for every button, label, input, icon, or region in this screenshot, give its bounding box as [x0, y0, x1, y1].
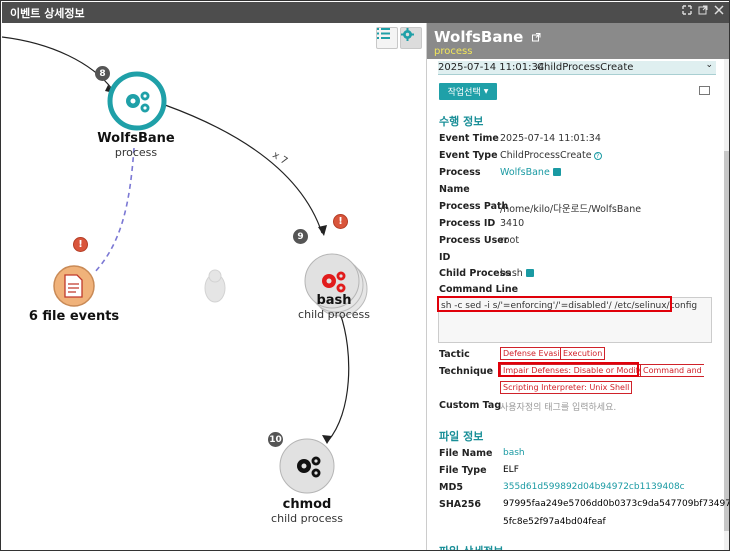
process-graph[interactable]: 8 WolfsBane process x 7 ! 9 bash child p… — [2, 23, 426, 550]
technique-tag[interactable]: Command and — [640, 364, 704, 377]
tactic-label: Tactic — [439, 349, 470, 360]
bash-label[interactable]: bash child process — [298, 293, 370, 321]
file-detail-section-title: 파일 상세정보 — [439, 543, 504, 550]
technique-label: Technique — [439, 366, 494, 377]
caret-down-icon: ▼ — [483, 88, 489, 95]
node-name: chmod — [282, 497, 332, 512]
file-name-label: File Name — [439, 448, 493, 459]
event-detail-window: 이벤트 상세정보 8 WolfsBane process x 7 ! 9 bas… — [0, 0, 730, 551]
wolfsbane-label[interactable]: WolfsBane process — [97, 131, 174, 159]
process-id-label: Process ID — [439, 218, 496, 229]
edge-bash-chmod — [327, 312, 350, 442]
window-title: 이벤트 상세정보 — [10, 7, 85, 20]
file-events-label[interactable]: 6 file events — [29, 309, 119, 324]
panel-title: WolfsBane — [434, 28, 541, 46]
process-path-value: /home/kilo/다운로드/WolfsBane — [500, 204, 642, 215]
sha256-label: SHA256 — [439, 499, 481, 510]
bash-warning-icon: ! — [333, 214, 348, 229]
event-type-value: ChildProcessCreate? — [500, 150, 602, 161]
event-time-label: Event Time — [439, 133, 499, 144]
process-value: WolfsBane — [500, 167, 561, 178]
custom-tag-input[interactable]: 사용자정의 태그를 입력하세요. — [500, 400, 616, 413]
node-type: child process — [298, 308, 370, 321]
event-select-bar[interactable]: 2025-07-14 11:01:34 ChildProcessCreate ⌄ — [438, 60, 716, 75]
custom-tag-label: Custom Tag — [439, 400, 502, 411]
edge-arrowhead — [322, 435, 332, 444]
list-icon — [377, 28, 390, 39]
name-label: Name — [439, 184, 470, 195]
edge-wolfsbane-files — [93, 147, 135, 274]
md5-label: MD5 — [439, 482, 463, 493]
popout-icon[interactable] — [698, 5, 708, 18]
linux-icon — [204, 269, 226, 303]
chmod-label[interactable]: chmod child process — [271, 497, 343, 525]
scrollbar[interactable] — [724, 59, 729, 550]
detail-panel: WolfsBane process 2025-07-14 11:01:34 Ch… — [426, 23, 730, 550]
graph-view-button[interactable] — [400, 27, 422, 49]
file-icon — [64, 274, 83, 298]
sha256-value-line1: 97995faa249e5706dd0b0373c9da547709bf7349… — [503, 499, 730, 509]
action-select-button[interactable]: 작업선택 ▼ — [439, 83, 497, 100]
chmod-badge: 10 — [268, 432, 283, 447]
process-link[interactable]: WolfsBane — [500, 167, 550, 178]
open-icon[interactable] — [552, 168, 561, 176]
command-line-label: Command Line — [439, 284, 519, 295]
file-section-title: 파일 정보 — [439, 430, 484, 443]
highlight-technique — [498, 362, 639, 377]
node-name: WolfsBane — [97, 131, 175, 146]
event-bar-type: ChildProcessCreate — [537, 62, 634, 73]
expand-icon[interactable] — [682, 5, 692, 18]
close-icon[interactable] — [714, 5, 724, 18]
file-type-label: File Type — [439, 465, 487, 476]
open-icon[interactable] — [525, 269, 534, 277]
bash-badge: 9 — [293, 229, 308, 244]
node-type: child process — [271, 512, 343, 525]
process-path-label: Process Path — [439, 201, 509, 212]
file-type-value: ELF — [503, 465, 519, 475]
exec-section-title: 수행 정보 — [439, 115, 484, 128]
event-type-label: Event Type — [439, 150, 498, 161]
child-process-value: bash — [500, 268, 534, 279]
edge-wolfsbane-bash — [164, 104, 323, 234]
graph-edges — [2, 36, 368, 494]
panel-subtitle: process — [434, 46, 473, 57]
wolfsbane-badge: 8 — [95, 66, 110, 81]
technique-tag[interactable]: Scripting Interpreter: Unix Shell — [500, 381, 633, 394]
tactic-tag[interactable]: Execution — [560, 347, 606, 360]
event-time-value: 2025-07-14 11:01:34 — [500, 133, 601, 144]
list-view-button[interactable] — [376, 27, 398, 49]
edge-parent-wolfsbane — [2, 36, 113, 90]
file-events-warning-icon: ! — [73, 237, 88, 252]
highlight-command — [437, 296, 672, 312]
scroll-thumb[interactable] — [724, 151, 729, 531]
process-user-value: root — [500, 235, 520, 246]
node-type: process — [114, 146, 158, 159]
event-bar-time: 2025-07-14 11:01:34 — [438, 62, 545, 73]
external-link-icon — [531, 33, 541, 42]
file-name-value[interactable]: bash — [503, 448, 525, 458]
window-controls — [682, 5, 724, 18]
node-name: 6 file events — [28, 309, 120, 324]
id-label: ID — [439, 252, 451, 263]
title-bar: 이벤트 상세정보 — [2, 2, 729, 23]
panel-header: WolfsBane process — [427, 23, 729, 59]
table-icon[interactable] — [699, 86, 710, 95]
md5-value[interactable]: 355d61d599892d04b94972cb1139408c — [503, 482, 685, 492]
action-button-label: 작업선택 — [447, 88, 481, 98]
chevron-down-icon: ⌄ — [705, 60, 713, 70]
process-id-value: 3410 — [500, 218, 525, 229]
node-name: bash — [316, 293, 352, 308]
gear-icon — [401, 28, 414, 41]
process-user-label: Process User — [439, 235, 509, 246]
help-icon[interactable]: ? — [593, 152, 602, 160]
sha256-value-line2: 5fc8e52f97a4bd04feaf — [503, 517, 606, 527]
process-label: Process — [439, 167, 481, 178]
